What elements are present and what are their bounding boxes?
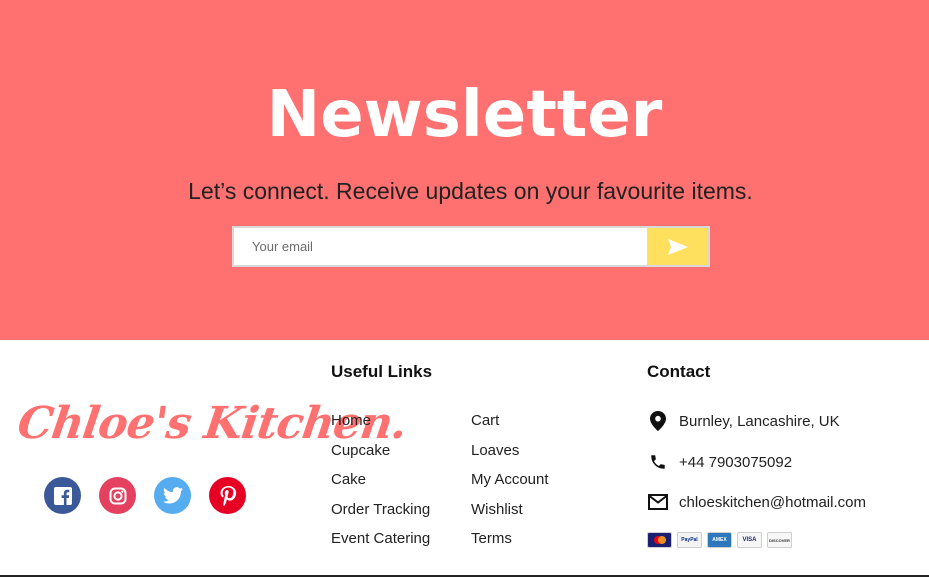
link-my-account[interactable]: My Account xyxy=(471,471,549,501)
contact-email: chloeskitchen@hotmail.com xyxy=(647,491,866,513)
social-links xyxy=(44,477,246,514)
phone-icon xyxy=(647,451,669,473)
amex-icon: AMEX xyxy=(707,532,732,548)
newsletter-title: Newsletter xyxy=(266,78,663,152)
payment-methods: PayPal AMEX VISA DISCOVER xyxy=(647,532,792,548)
discover-icon: DISCOVER xyxy=(767,532,792,548)
mail-icon xyxy=(647,491,669,513)
send-icon xyxy=(667,238,688,255)
link-cart[interactable]: Cart xyxy=(471,412,549,442)
link-home[interactable]: Home xyxy=(331,412,430,442)
visa-icon: VISA xyxy=(737,532,762,548)
link-cupcake[interactable]: Cupcake xyxy=(331,442,430,472)
link-terms[interactable]: Terms xyxy=(471,530,549,560)
link-loaves[interactable]: Loaves xyxy=(471,442,549,472)
email-input[interactable] xyxy=(234,228,647,265)
link-order-tracking[interactable]: Order Tracking xyxy=(331,501,430,531)
useful-links-column-2: Cart Loaves My Account Wishlist Terms xyxy=(471,412,549,560)
pinterest-link[interactable] xyxy=(209,477,246,514)
paypal-icon: PayPal xyxy=(677,532,702,548)
useful-links-column-1: Home Cupcake Cake Order Tracking Event C… xyxy=(331,412,430,560)
footer: Chloe's Kitchen. Useful Links Home Cupca… xyxy=(0,340,929,577)
address-text: Burnley, Lancashire, UK xyxy=(679,412,840,430)
useful-links-title: Useful Links xyxy=(331,362,433,381)
newsletter-form xyxy=(232,226,710,267)
contact-phone: +44 7903075092 xyxy=(647,451,792,473)
brand-logo[interactable]: Chloe's Kitchen. xyxy=(14,398,409,449)
twitter-link[interactable] xyxy=(154,477,191,514)
link-event-catering[interactable]: Event Catering xyxy=(331,530,430,560)
link-cake[interactable]: Cake xyxy=(331,471,430,501)
email-text[interactable]: chloeskitchen@hotmail.com xyxy=(679,494,866,511)
newsletter-section: Newsletter Let’s connect. Receive update… xyxy=(0,0,929,340)
location-pin-icon xyxy=(647,410,669,432)
contact-address: Burnley, Lancashire, UK xyxy=(647,410,840,432)
twitter-icon xyxy=(162,487,183,504)
link-wishlist[interactable]: Wishlist xyxy=(471,501,549,531)
instagram-icon xyxy=(109,487,126,504)
pinterest-icon xyxy=(220,485,236,506)
newsletter-subtitle: Let’s connect. Receive updates on your f… xyxy=(188,178,753,204)
facebook-icon xyxy=(53,486,72,505)
instagram-link[interactable] xyxy=(99,477,136,514)
send-button[interactable] xyxy=(647,228,708,265)
facebook-link[interactable] xyxy=(44,477,81,514)
mastercard-icon xyxy=(647,532,672,548)
contact-title: Contact xyxy=(647,362,711,381)
phone-text[interactable]: +44 7903075092 xyxy=(679,454,792,471)
